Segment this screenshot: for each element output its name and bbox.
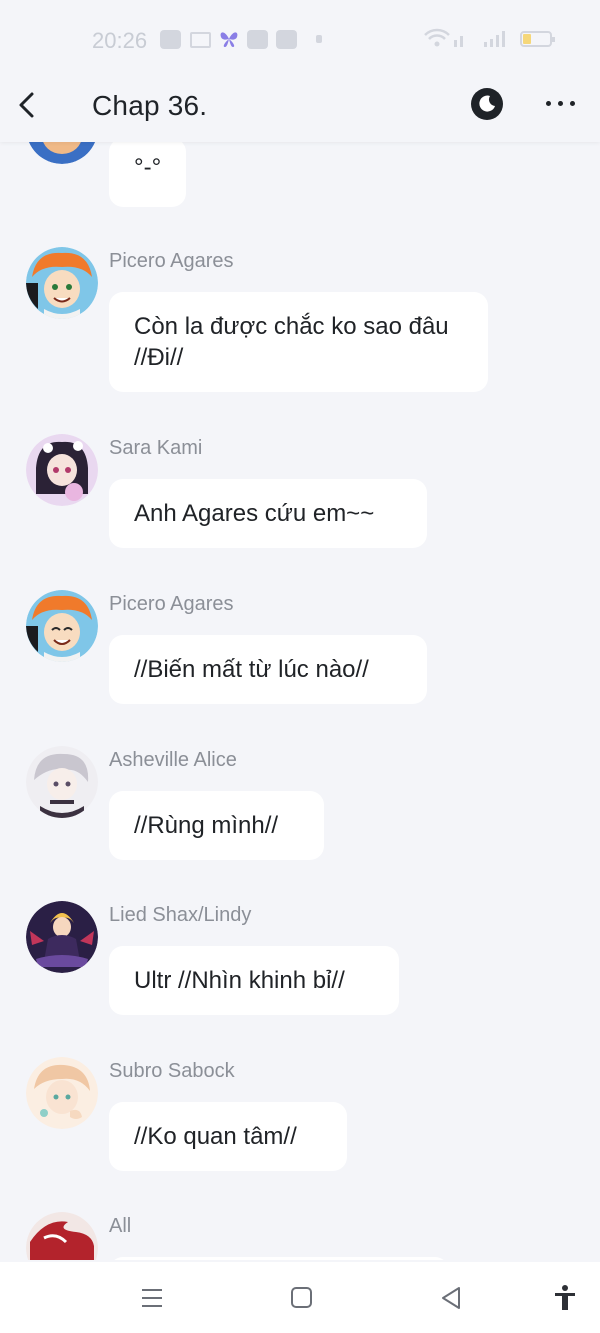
- avatar-image: [26, 1057, 98, 1129]
- night-mode-button[interactable]: [471, 88, 503, 120]
- back-icon: [19, 92, 34, 118]
- message-bubble[interactable]: Còn la được chắc ko sao đâu //Đi//: [109, 292, 488, 392]
- avatar-image: [26, 590, 98, 662]
- avatar[interactable]: [26, 434, 98, 506]
- system-back-button[interactable]: [438, 1284, 466, 1312]
- signal-icon: [454, 36, 463, 47]
- status-time: 20:26: [92, 28, 148, 53]
- more-icon-dot: [570, 101, 575, 106]
- system-nav-bar: [0, 1262, 600, 1333]
- sender-name: Subro Sabock: [109, 1060, 235, 1082]
- video-app-icon: [160, 30, 181, 49]
- signal-icon-2: [484, 31, 505, 47]
- menu-icon: [142, 1289, 162, 1307]
- dot-icon: [316, 35, 322, 43]
- more-icon: [546, 101, 551, 106]
- butterfly-icon: [220, 32, 238, 47]
- avatar[interactable]: [26, 247, 98, 319]
- more-icon-dot: [558, 101, 563, 106]
- accessibility-button[interactable]: [551, 1284, 579, 1312]
- message-bubble[interactable]: Anh Agares cứu em~~: [109, 479, 427, 548]
- sender-name: Picero Agares: [109, 250, 234, 272]
- page-title: Chap 36.: [92, 90, 208, 121]
- message-bubble[interactable]: //Biến mất từ lúc nào//: [109, 635, 427, 704]
- avatar[interactable]: [26, 1057, 98, 1129]
- chat-app-icon: [247, 30, 268, 49]
- message-bubble[interactable]: Ultr //Nhìn khinh bỉ//: [109, 946, 399, 1015]
- back-button[interactable]: [12, 89, 44, 121]
- avatar-image: [26, 247, 98, 319]
- avatar-image: [26, 746, 98, 818]
- message-bubble[interactable]: °-°: [109, 138, 187, 207]
- battery-fill: [523, 34, 531, 44]
- status-bar: 20:26: [0, 0, 600, 80]
- avatar-image: [26, 1212, 98, 1260]
- avatar-image: [26, 434, 98, 506]
- home-icon: [291, 1287, 312, 1308]
- sender-name: Sara Kami: [109, 437, 203, 459]
- sender-name: Lied Shax/Lindy: [109, 904, 252, 926]
- avatar[interactable]: [26, 1212, 98, 1260]
- avatar-image: [26, 901, 98, 973]
- battery-cap: [552, 37, 555, 42]
- message-bubble[interactable]: //Rùng mình//: [109, 791, 324, 860]
- sender-name: Picero Agares: [109, 593, 234, 615]
- message-list[interactable]: °-° Picero Agares Còn la được chắc ko sa…: [0, 0, 600, 1260]
- wifi-icon: [424, 28, 450, 47]
- back-triangle-icon: [442, 1287, 460, 1309]
- recent-apps-button[interactable]: [138, 1284, 166, 1312]
- avatar[interactable]: [26, 746, 98, 818]
- home-button[interactable]: [288, 1284, 316, 1312]
- battery-icon: [520, 31, 555, 47]
- avatar[interactable]: [26, 901, 98, 973]
- chat-header: Chap 36.: [0, 72, 600, 142]
- screen-icon: [190, 32, 211, 48]
- more-options-button[interactable]: [546, 101, 578, 109]
- app-icon: [276, 30, 297, 49]
- avatar[interactable]: [26, 590, 98, 662]
- moon-icon: [479, 95, 495, 112]
- sender-name: Asheville Alice: [109, 749, 237, 771]
- message-bubble[interactable]: [109, 1257, 449, 1260]
- message-bubble[interactable]: //Ko quan tâm//: [109, 1102, 347, 1171]
- sender-name: All: [109, 1215, 132, 1237]
- accessibility-icon: [555, 1285, 575, 1310]
